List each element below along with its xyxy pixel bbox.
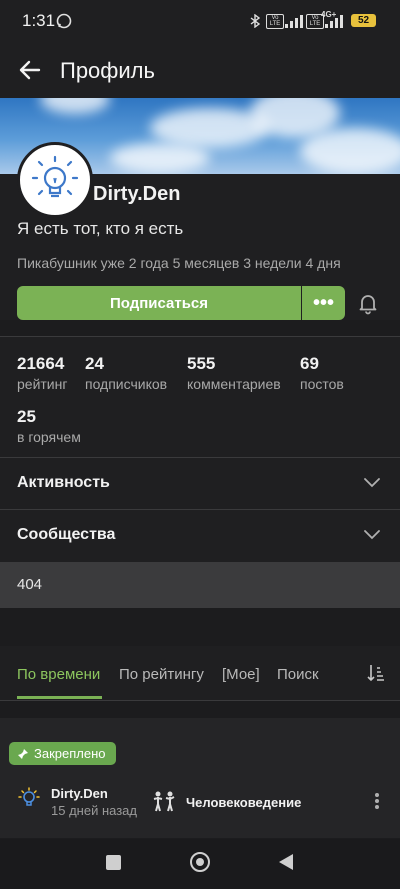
whatsapp-icon [56,13,72,29]
activity-section[interactable]: Активность [0,458,400,510]
post-time: 15 дней назад [51,803,137,818]
author-avatar-lightbulb-icon[interactable] [17,786,41,812]
pinned-label: Закреплено [34,746,106,761]
chevron-down-icon [364,478,380,488]
pinned-post-card[interactable] [0,718,400,838]
communities-label: Сообщества [17,526,116,543]
stat-label: постов [300,376,344,392]
stat-rating: 21664 рейтинг [17,354,67,392]
stat-label: подписчиков [85,376,168,392]
status-time: 1:31 [22,11,56,30]
post-menu-icon[interactable] [374,792,380,810]
chevron-down-icon [364,530,380,540]
pin-icon [18,748,28,759]
stat-value: 555 [187,354,216,373]
tab-by-time[interactable]: По времени [17,666,100,683]
stat-subscribers[interactable]: 24 подписчиков [85,354,167,392]
bell-icon[interactable] [356,291,380,315]
more-icon: ••• [312,291,334,314]
post-community[interactable]: Человековедение [186,795,301,810]
recent-apps-icon[interactable] [106,855,121,870]
stat-value: 21664 [17,354,65,373]
divider [0,700,400,701]
error-text: 404 [17,576,43,593]
page-title: Профиль [60,58,155,83]
signal-icon [325,15,343,28]
more-options-button[interactable]: ••• [302,286,345,320]
stat-label: в горячем [17,429,81,445]
signal-icon [285,15,303,28]
avatar[interactable] [17,142,93,218]
error-block: 404 [0,562,400,608]
profile-username: Dirty.Den [93,183,181,205]
subscribe-button[interactable]: Подписаться [17,286,301,320]
stat-posts[interactable]: 69 постов [300,354,344,392]
volte-icon: Vo LTE [266,14,284,29]
tab-search[interactable]: Поиск [277,666,319,683]
stat-value: 25 [17,407,36,426]
app-bar: Профиль [0,44,400,98]
profile-bio: Я есть тот, кто я есть [17,219,184,238]
lightbulb-icon [31,155,79,198]
active-tab-indicator [17,696,102,699]
tab-by-rating[interactable]: По рейтингу [119,666,204,683]
status-bar: 1:31 Vo LTE Vo LTE 4G+ 52 [0,0,400,44]
home-icon[interactable] [190,852,210,872]
sort-tabs: По времени По рейтингу [Мое] Поиск [0,646,400,700]
communities-section[interactable]: Сообщества [0,510,400,562]
bluetooth-icon [250,14,260,28]
stat-label: комментариев [187,376,281,392]
community-people-icon [153,791,175,812]
sort-order-icon[interactable] [367,664,385,682]
stat-value: 69 [300,354,319,373]
back-triangle-icon[interactable] [278,853,294,871]
stat-comments[interactable]: 555 комментариев [187,354,281,392]
back-arrow-icon[interactable] [19,59,41,81]
stat-label: рейтинг [17,376,68,392]
activity-label: Активность [17,474,110,491]
subscribe-label: Подписаться [109,294,209,312]
stat-value: 24 [85,354,104,373]
stat-hot[interactable]: 25 в горячем [17,407,81,445]
pinned-badge: Закреплено [9,742,116,765]
tab-mine[interactable]: [Мое] [222,666,260,683]
member-since: Пикабушник уже 2 года 5 месяцев 3 недели… [17,255,341,271]
battery-icon: 52 [351,14,376,27]
battery-level: 52 [357,15,370,26]
system-nav-bar [0,839,400,889]
post-author[interactable]: Dirty.Den [51,786,108,801]
